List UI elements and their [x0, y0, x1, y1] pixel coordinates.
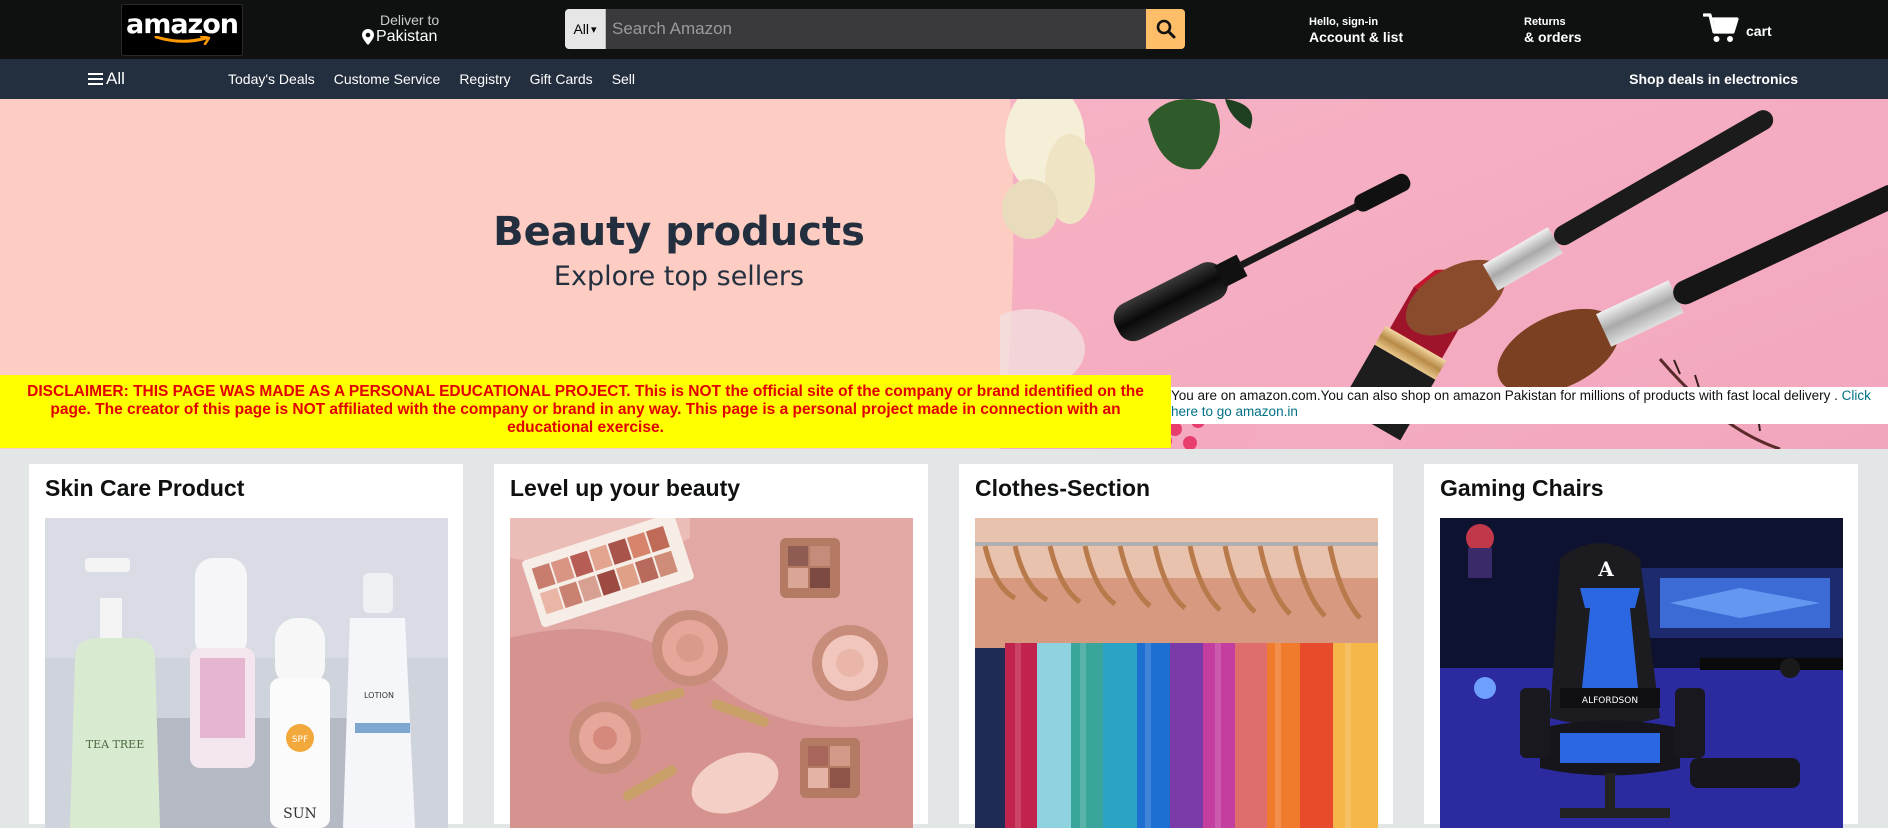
returns-orders[interactable]: Returns & orders	[1524, 16, 1582, 46]
search-category-value: All	[573, 21, 590, 37]
card-clothes[interactable]: Clothes-Section	[959, 464, 1393, 828]
svg-text:LOTION: LOTION	[364, 691, 394, 700]
makeup-palette-image[interactable]	[510, 518, 913, 828]
subnav-link-registry[interactable]: Registry	[459, 71, 510, 87]
account-menu[interactable]: Hello, sign-in Account & list	[1309, 16, 1403, 46]
card-title: Skin Care Product	[45, 475, 245, 501]
all-menu-label: All	[106, 69, 125, 88]
subnav-link-todays-deals[interactable]: Today's Deals	[228, 71, 315, 87]
cart-icon	[1703, 13, 1739, 42]
skincare-bottles-image[interactable]: TEA TREE SPF SUN LOTION	[45, 518, 448, 828]
disclaimer-banner: DISCLAIMER: THIS PAGE WAS MADE AS A PERS…	[0, 375, 1171, 448]
card-skin-care[interactable]: Skin Care Product TEA TREE SPF SUN LOTIO…	[29, 464, 463, 828]
locale-notice-text: You are on amazon.com.You can also shop …	[1171, 388, 1838, 403]
card-title: Clothes-Section	[975, 475, 1151, 501]
search-input[interactable]	[606, 9, 1146, 49]
account-greeting: Hello, sign-in	[1309, 16, 1379, 28]
shop-deals-electronics-link[interactable]: Shop deals in electronics	[1629, 71, 1798, 87]
logo-text: amazon	[125, 9, 239, 40]
deliver-to[interactable]: Deliver to Pakistan	[362, 12, 439, 46]
deliver-country: Pakistan	[376, 28, 438, 45]
hero-title: Beauty products	[493, 209, 865, 255]
deliver-label: Deliver to	[380, 12, 440, 28]
search-icon	[1156, 19, 1175, 39]
amazon-logo[interactable]: amazon	[121, 4, 243, 56]
card-gaming-chairs[interactable]: Gaming Chairs A ALFORDSON	[1424, 464, 1858, 828]
svg-text:SPF: SPF	[292, 735, 308, 745]
cart-button[interactable]: cart	[1703, 12, 1772, 44]
card-title: Gaming Chairs	[1440, 475, 1604, 501]
returns-label: Returns	[1524, 16, 1566, 28]
logo-smile-icon	[154, 36, 211, 45]
hero-subtitle: Explore top sellers	[553, 261, 805, 292]
card-beauty[interactable]: Level up your beauty	[494, 464, 928, 828]
subnav-link-sell[interactable]: Sell	[612, 71, 635, 87]
search-category-select[interactable]: All ▾	[565, 9, 606, 49]
svg-text:A: A	[1597, 557, 1614, 581]
subnav-links: Today's Deals Custome Service Registry G…	[228, 71, 654, 87]
svg-text:ALFORDSON: ALFORDSON	[1582, 696, 1638, 706]
hamburger-menu-icon	[88, 73, 103, 85]
search-button[interactable]	[1146, 9, 1185, 49]
sub-navbar: All Today's Deals Custome Service Regist…	[0, 59, 1888, 99]
subnav-link-customer-service[interactable]: Custome Service	[334, 71, 441, 87]
cart-label: cart	[1746, 23, 1772, 39]
top-navbar: amazon Deliver to Pakistan All ▾ Search …	[0, 0, 1888, 59]
subnav-link-gift-cards[interactable]: Gift Cards	[530, 71, 593, 87]
search-bar: All ▾	[565, 9, 1185, 49]
orders-label: & orders	[1524, 29, 1582, 45]
all-menu-button[interactable]: All	[88, 69, 125, 89]
locale-notice: You are on amazon.com.You can also shop …	[1171, 387, 1888, 424]
chevron-down-icon: ▾	[591, 23, 597, 36]
clothes-rack-image[interactable]	[975, 518, 1378, 828]
svg-text:TEA TREE: TEA TREE	[86, 738, 145, 751]
location-pin-icon	[362, 29, 374, 45]
gaming-chair-image[interactable]: A ALFORDSON	[1440, 518, 1843, 828]
card-title: Level up your beauty	[510, 475, 741, 501]
account-lists-label: Account & list	[1309, 29, 1404, 45]
svg-text:SUN: SUN	[283, 806, 317, 822]
